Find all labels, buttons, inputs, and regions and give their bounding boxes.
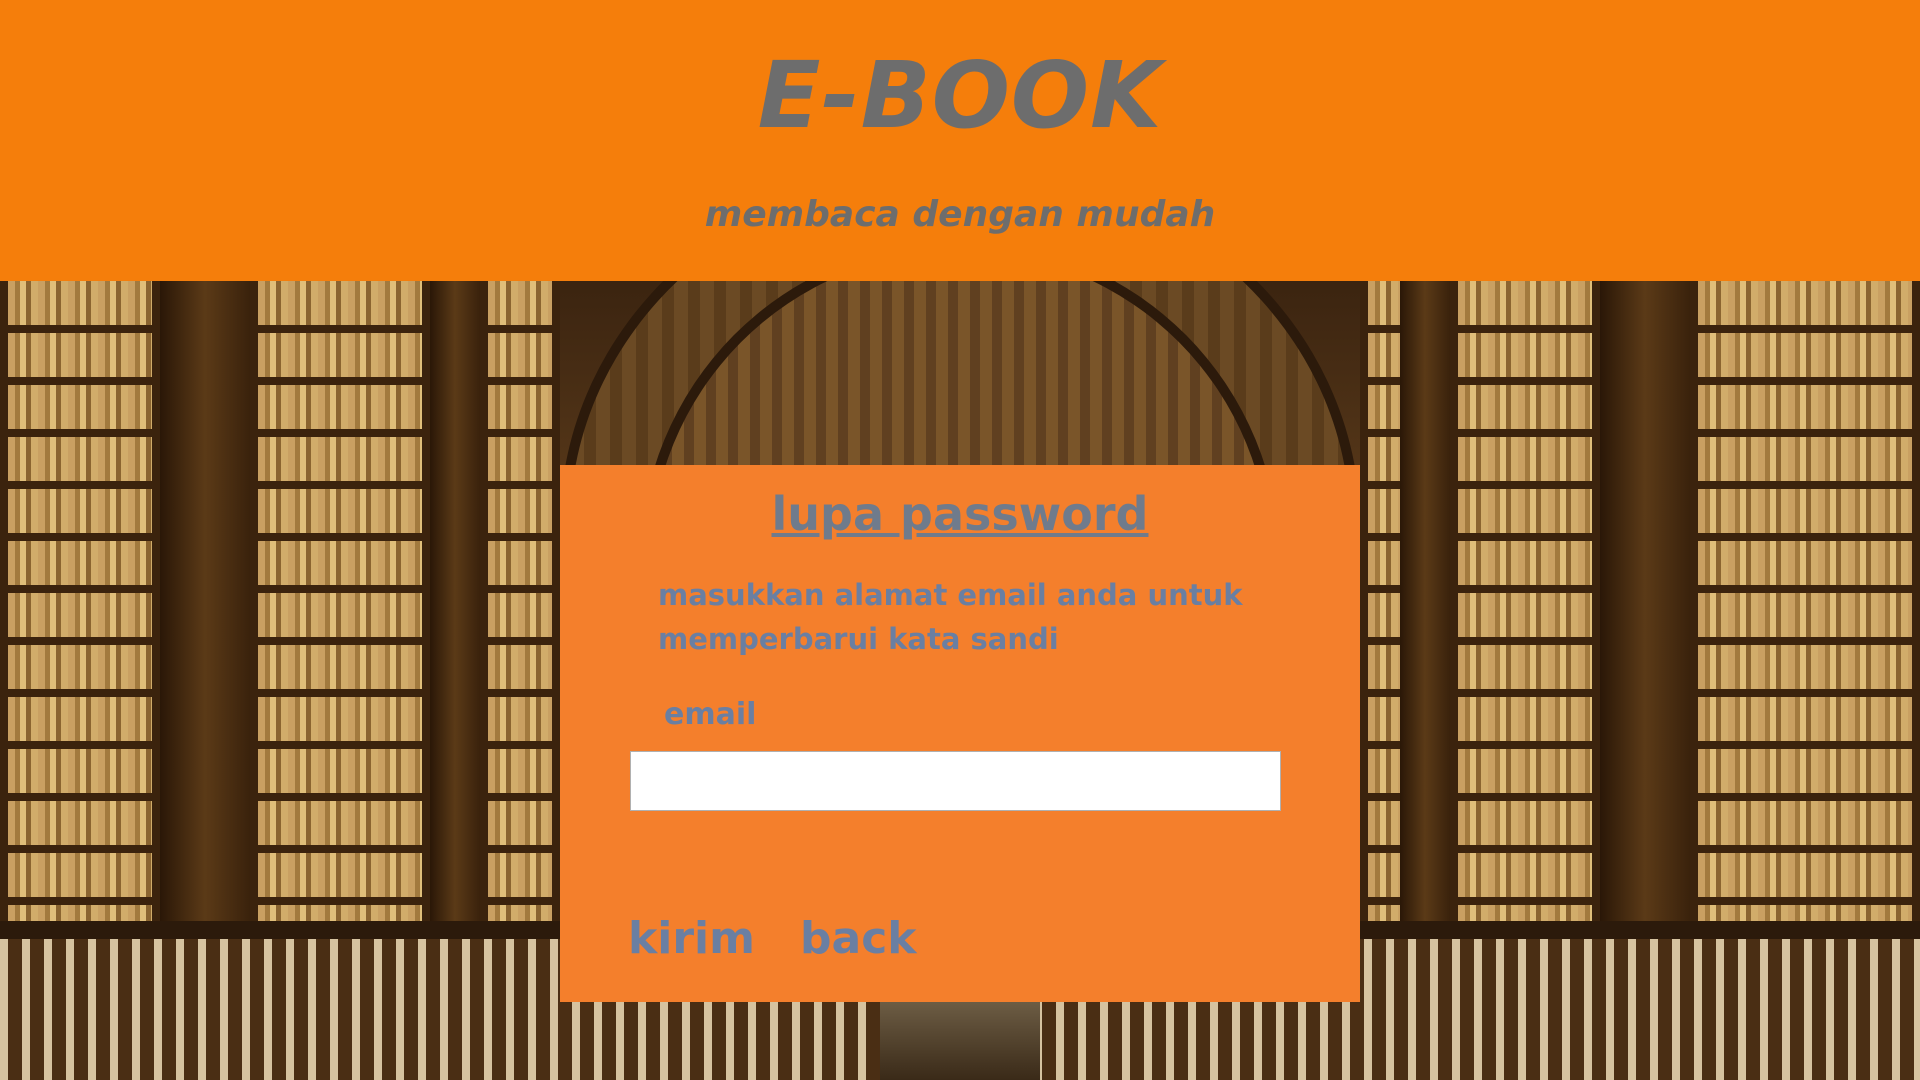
submit-button[interactable]: kirim [628,913,755,964]
email-input[interactable] [630,751,1281,811]
email-label: email [664,697,757,732]
card-title: lupa password [771,487,1149,541]
back-button[interactable]: back [800,913,917,964]
instructions-text: masukkan alamat email anda untuk memperb… [658,578,1243,656]
header-banner: E-BOOK membaca dengan mudah [0,0,1920,281]
app-subtitle: membaca dengan mudah [704,194,1216,235]
forgot-password-card: lupa password masukkan alamat email anda… [560,465,1360,1002]
app-title: E-BOOK [757,42,1163,149]
